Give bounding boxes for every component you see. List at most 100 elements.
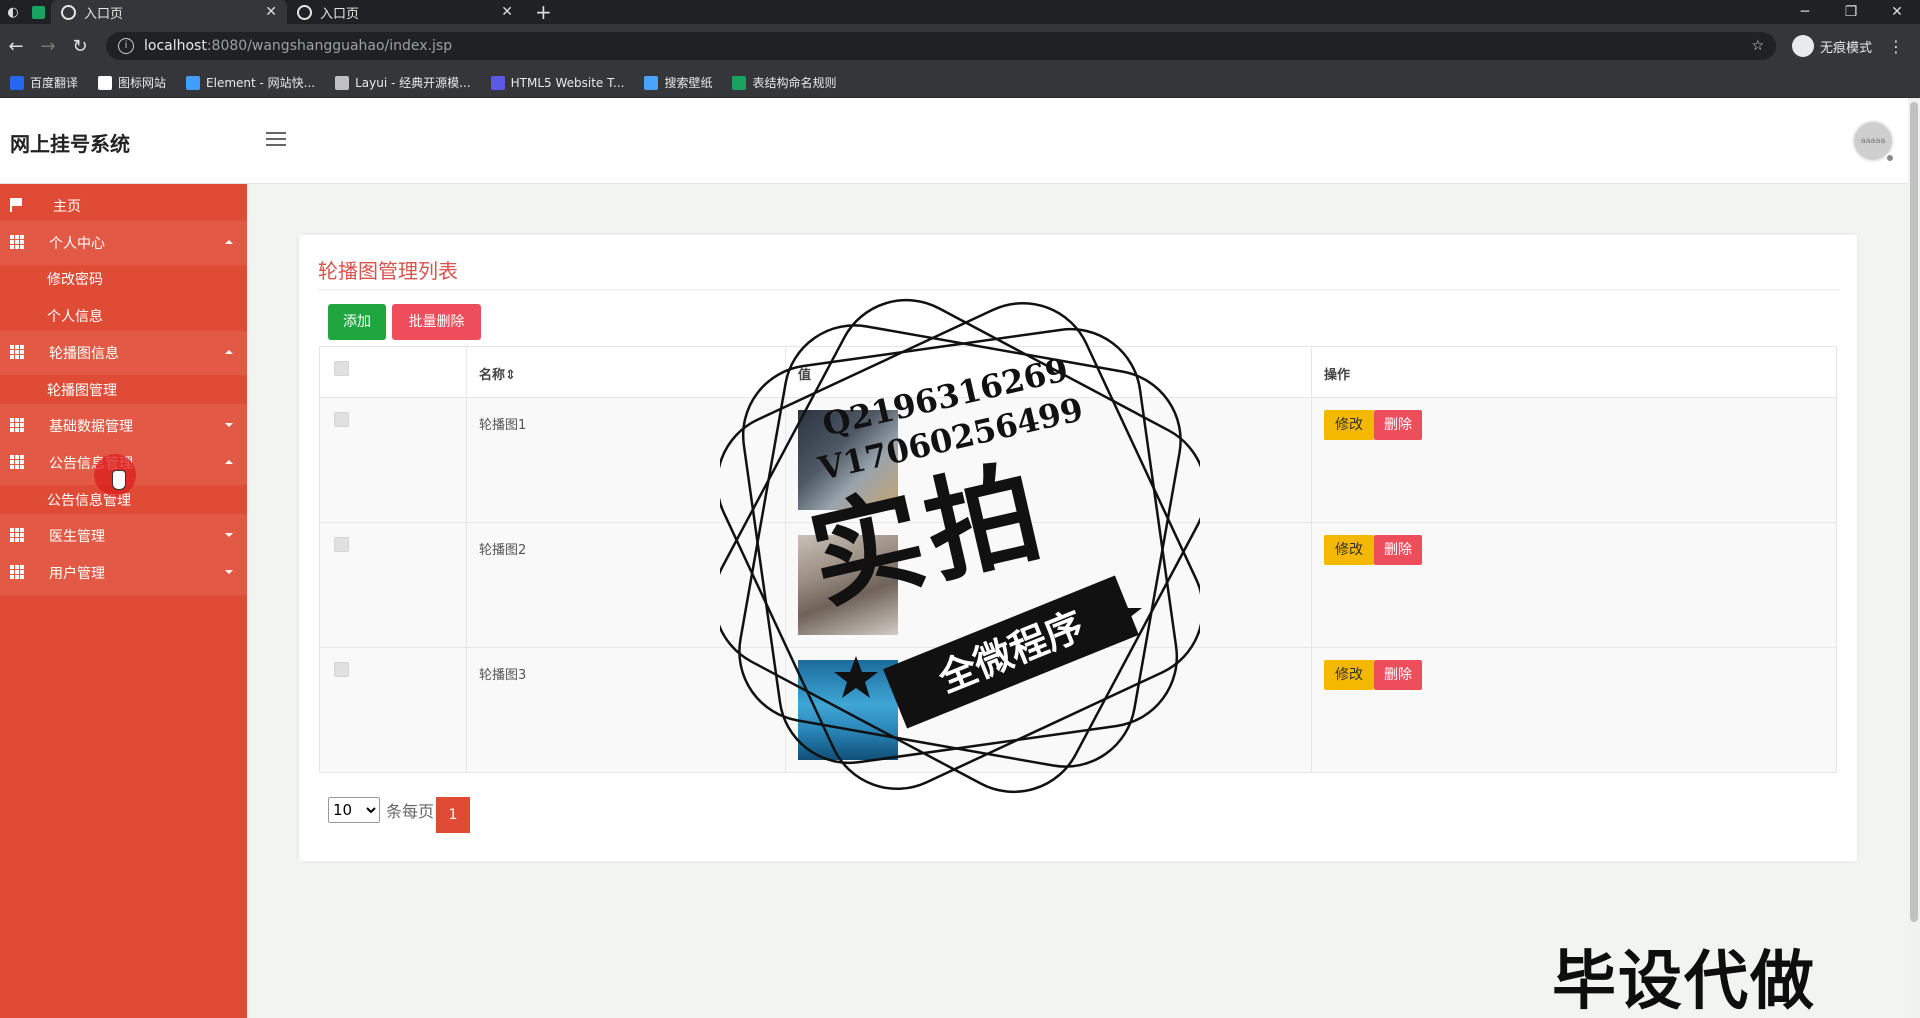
sidebar-item-label: 轮播图信息 <box>49 346 119 362</box>
pagination: 10 条每页 1 <box>328 787 471 833</box>
close-window-icon[interactable]: ✕ <box>1874 0 1920 24</box>
window-controls: ─ ❐ ✕ <box>1782 0 1920 24</box>
bookmark-favicon-icon <box>732 75 747 90</box>
sidebar: 主页 个人中心 修改密码 个人信息 轮播图信息 轮播图管理 基础数据管理 公告信息管理 公告信息… <box>0 184 247 1018</box>
pinned-tab-icon[interactable] <box>32 5 45 19</box>
caret-up-icon <box>225 240 233 244</box>
edit-button[interactable]: 修改 <box>1324 535 1374 565</box>
tab-title: 入口页 <box>84 6 124 22</box>
close-icon[interactable]: ✕ <box>265 4 277 20</box>
bookmark-label: Layui - 经典开源模... <box>355 76 471 90</box>
grid-icon <box>10 455 24 469</box>
caret-down-icon <box>225 423 233 427</box>
bookmark-favicon-icon <box>335 75 350 90</box>
edit-button[interactable]: 修改 <box>1324 660 1374 690</box>
browser-menu-kebab-icon[interactable]: ⋮ <box>1888 37 1904 56</box>
sidebar-item-label: 个人中心 <box>49 236 105 252</box>
bookmark-label: 图标网站 <box>118 76 167 90</box>
bookmark-label: HTML5 Website T... <box>510 75 625 90</box>
page-size-select[interactable]: 10 <box>328 797 380 823</box>
page-scrollbar[interactable] <box>1908 98 1920 1018</box>
actions-cell: 修改 删除 <box>1312 648 1838 772</box>
address-bar: ← → ↻ i localhost:8080/wangshangguahao/i… <box>0 24 1920 68</box>
select-cell <box>320 648 467 772</box>
globe-icon <box>61 4 76 20</box>
bookmark-favicon-icon <box>186 75 201 90</box>
delete-button[interactable]: 删除 <box>1374 535 1422 565</box>
incognito-badge[interactable]: 无痕模式 <box>1792 35 1872 57</box>
header-actions-cell: 操作 <box>1312 347 1838 397</box>
url-host: localhost <box>144 38 207 54</box>
bookmark-item[interactable]: HTML5 Website T... <box>490 75 625 90</box>
bookmark-label: 百度翻译 <box>30 76 79 90</box>
page-title: 轮播图管理列表 <box>318 259 458 283</box>
row-checkbox[interactable] <box>334 412 349 427</box>
caret-up-icon <box>225 460 233 464</box>
minimize-icon[interactable]: ─ <box>1782 0 1828 24</box>
bookmarks-bar: 百度翻译 图标网站 Element - 网站快... Layui - 经典开源模...… <box>0 68 1920 98</box>
select-cell <box>320 523 467 647</box>
column-header-name: 名称 <box>479 368 506 383</box>
edit-button[interactable]: 修改 <box>1324 410 1374 440</box>
hamburger-menu-icon[interactable] <box>266 132 286 146</box>
select-all-checkbox[interactable] <box>334 361 349 376</box>
grid-icon <box>10 345 24 359</box>
reload-icon[interactable]: ↻ <box>64 36 96 57</box>
bookmark-favicon-icon <box>10 75 24 90</box>
actions-cell: 修改 删除 <box>1312 398 1838 522</box>
info-icon[interactable]: i <box>118 38 134 54</box>
caret-down-icon <box>225 570 233 574</box>
app-title: 网上挂号系统 <box>10 132 130 156</box>
bookmark-label: 搜索壁纸 <box>664 76 713 90</box>
caret-up-icon <box>225 350 233 354</box>
bookmark-item[interactable]: Layui - 经典开源模... <box>335 74 471 91</box>
grid-icon <box>10 528 24 542</box>
sidebar-item-label: 轮播图管理 <box>47 383 117 399</box>
bookmark-star-icon[interactable]: ☆ <box>1751 38 1764 54</box>
restore-icon[interactable]: ❐ <box>1828 0 1874 24</box>
sort-icon[interactable]: ⇕ <box>505 368 516 383</box>
sidebar-item-label: 个人信息 <box>47 309 103 325</box>
sidebar-item-label: 主页 <box>53 199 81 215</box>
bookmark-item[interactable]: 搜索壁纸 <box>644 74 712 91</box>
browser-tab-2[interactable]: 入口页 ✕ <box>287 0 523 24</box>
url-path: :8080/wangshangguahao/index.jsp <box>206 38 453 54</box>
batch-delete-button[interactable]: 批量删除 <box>392 304 481 340</box>
sidebar-item-label: 医生管理 <box>49 529 105 545</box>
row-checkbox[interactable] <box>334 662 349 677</box>
bookmark-item[interactable]: 表结构命名规则 <box>732 74 836 91</box>
sidebar-item-label: 用户管理 <box>49 566 105 582</box>
row-name: 轮播图2 <box>479 543 527 558</box>
delete-button[interactable]: 删除 <box>1374 660 1422 690</box>
bookmark-item[interactable]: Element - 网站快... <box>186 74 315 91</box>
sidebar-item-label: 修改密码 <box>47 272 103 288</box>
row-checkbox[interactable] <box>334 537 349 552</box>
column-header-actions: 操作 <box>1324 368 1351 383</box>
page-number-button[interactable]: 1 <box>436 797 471 833</box>
bookmark-favicon-icon <box>98 75 113 90</box>
bookmark-label: 表结构命名规则 <box>752 76 837 90</box>
page-size-suffix: 条每页 <box>386 802 435 821</box>
bookmark-item[interactable]: 百度翻译 <box>10 74 78 91</box>
flag-icon <box>10 198 24 212</box>
incognito-icon <box>1792 35 1814 57</box>
bookmark-item[interactable]: 图标网站 <box>98 74 166 91</box>
url-input[interactable]: i localhost:8080/wangshangguahao/index.j… <box>106 32 1776 60</box>
actions-cell: 修改 删除 <box>1312 523 1838 647</box>
back-icon[interactable]: ← <box>0 36 32 57</box>
browser-menu-icon[interactable]: ◐ <box>0 0 26 24</box>
delete-button[interactable]: 删除 <box>1374 410 1422 440</box>
close-icon[interactable]: ✕ <box>501 4 513 20</box>
title-divider <box>318 289 1840 291</box>
row-name: 轮播图3 <box>479 668 527 683</box>
browser-tab-1[interactable]: 入口页 ✕ <box>51 0 287 24</box>
new-tab-button[interactable]: + <box>523 0 564 24</box>
scrollbar-thumb[interactable] <box>1910 102 1918 922</box>
sidebar-item[interactable]: 用户管理 <box>0 551 247 595</box>
forward-icon[interactable]: → <box>32 36 64 57</box>
row-name: 轮播图1 <box>479 418 527 433</box>
add-button[interactable]: 添加 <box>328 304 386 340</box>
sidebar-item-label: 基础数据管理 <box>49 419 133 435</box>
hand-cursor-icon <box>112 470 126 490</box>
tab-title: 入口页 <box>320 6 360 22</box>
